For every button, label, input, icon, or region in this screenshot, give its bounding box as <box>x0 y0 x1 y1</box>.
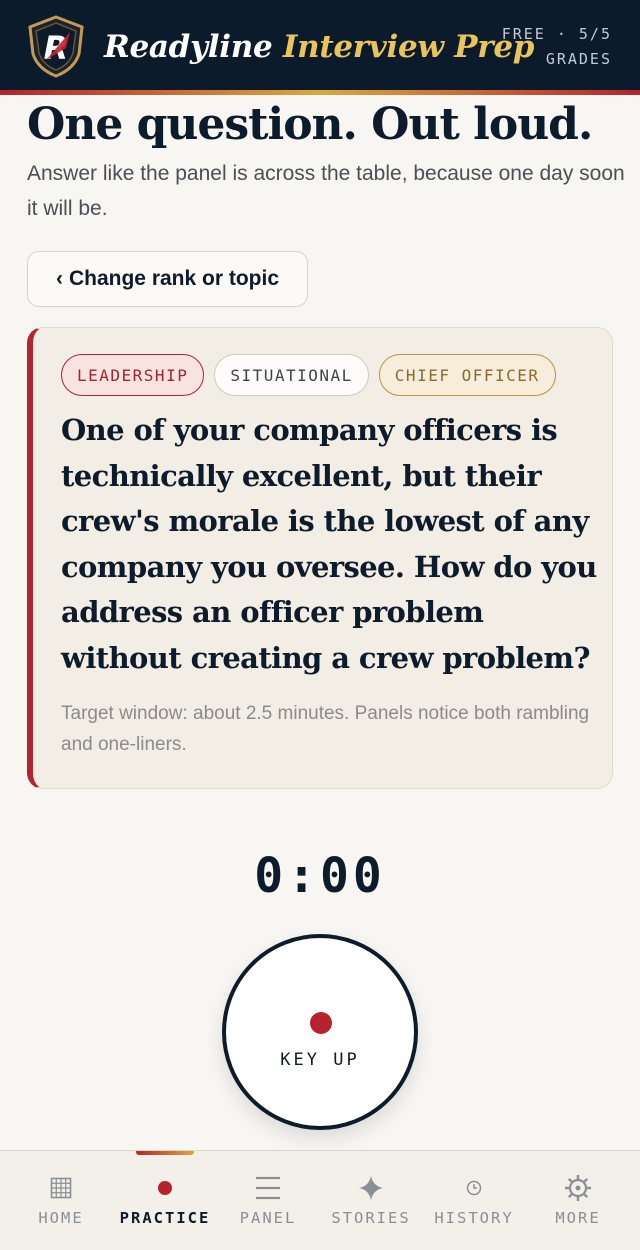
chevron-left-icon: ‹ <box>55 267 63 290</box>
nav-history-label: HISTORY <box>434 1209 514 1227</box>
nav-practice-label: PRACTICE <box>119 1209 211 1227</box>
logo-shield-icon: R <box>28 15 84 78</box>
plan-status: FREE · 5/5 GRADES <box>502 22 612 72</box>
record-dot-icon <box>158 1181 172 1195</box>
record-button-label: KEY UP <box>280 1050 360 1070</box>
target-note: Target window: about 2.5 minutes. Panels… <box>61 703 590 755</box>
page-title: One question. Out loud. <box>27 99 593 150</box>
plan-unit: GRADES <box>545 50 612 68</box>
page-subtitle: Answer like the panel is across the tabl… <box>27 162 625 220</box>
question-tags: LEADERSHIP SITUATIONAL CHIEF OFFICER <box>61 354 556 396</box>
app-title: Readyline Interview Prep <box>104 26 534 68</box>
sparkle-icon <box>359 1176 383 1200</box>
nav-more[interactable]: MORE <box>525 1151 631 1250</box>
app-title-accent: Interview Prep <box>282 29 535 65</box>
nav-panel[interactable]: PANEL <box>215 1151 321 1250</box>
change-rank-topic-button[interactable]: ‹ Change rank or topic <box>27 251 308 307</box>
nav-home[interactable]: HOME <box>8 1151 114 1250</box>
app-title-primary: Readyline <box>104 29 273 65</box>
tag-rank: CHIEF OFFICER <box>378 354 556 396</box>
question-card: LEADERSHIP SITUATIONAL CHIEF OFFICER One… <box>27 327 613 789</box>
gear-icon <box>565 1175 591 1201</box>
app-header: R Readyline Interview Prep FREE · 5/5 GR… <box>0 0 640 90</box>
clock-icon <box>466 1180 482 1196</box>
bottom-nav: HOME PRACTICE PANEL STORIES HISTORY MORE <box>0 1150 640 1250</box>
answer-timer: 0:00 <box>254 848 386 904</box>
nav-stories[interactable]: STORIES <box>318 1151 424 1250</box>
change-button-label: Change rank or topic <box>68 267 280 290</box>
grid-icon <box>50 1177 72 1199</box>
nav-history[interactable]: HISTORY <box>421 1151 527 1250</box>
tag-type: SITUATIONAL <box>214 354 369 396</box>
plan-usage: FREE · 5/5 <box>501 25 612 43</box>
nav-practice[interactable]: PRACTICE <box>112 1151 218 1250</box>
tag-topic: LEADERSHIP <box>61 354 205 396</box>
nav-home-label: HOME <box>38 1209 84 1227</box>
menu-lines-icon <box>256 1176 280 1200</box>
nav-stories-label: STORIES <box>331 1209 411 1227</box>
nav-panel-label: PANEL <box>239 1209 297 1227</box>
header-accent-stripe <box>0 90 640 95</box>
record-button[interactable]: KEY UP <box>222 934 418 1130</box>
question-text: One of your company officers is technica… <box>61 413 597 675</box>
nav-more-label: MORE <box>555 1209 601 1227</box>
record-dot-icon <box>310 1012 332 1034</box>
